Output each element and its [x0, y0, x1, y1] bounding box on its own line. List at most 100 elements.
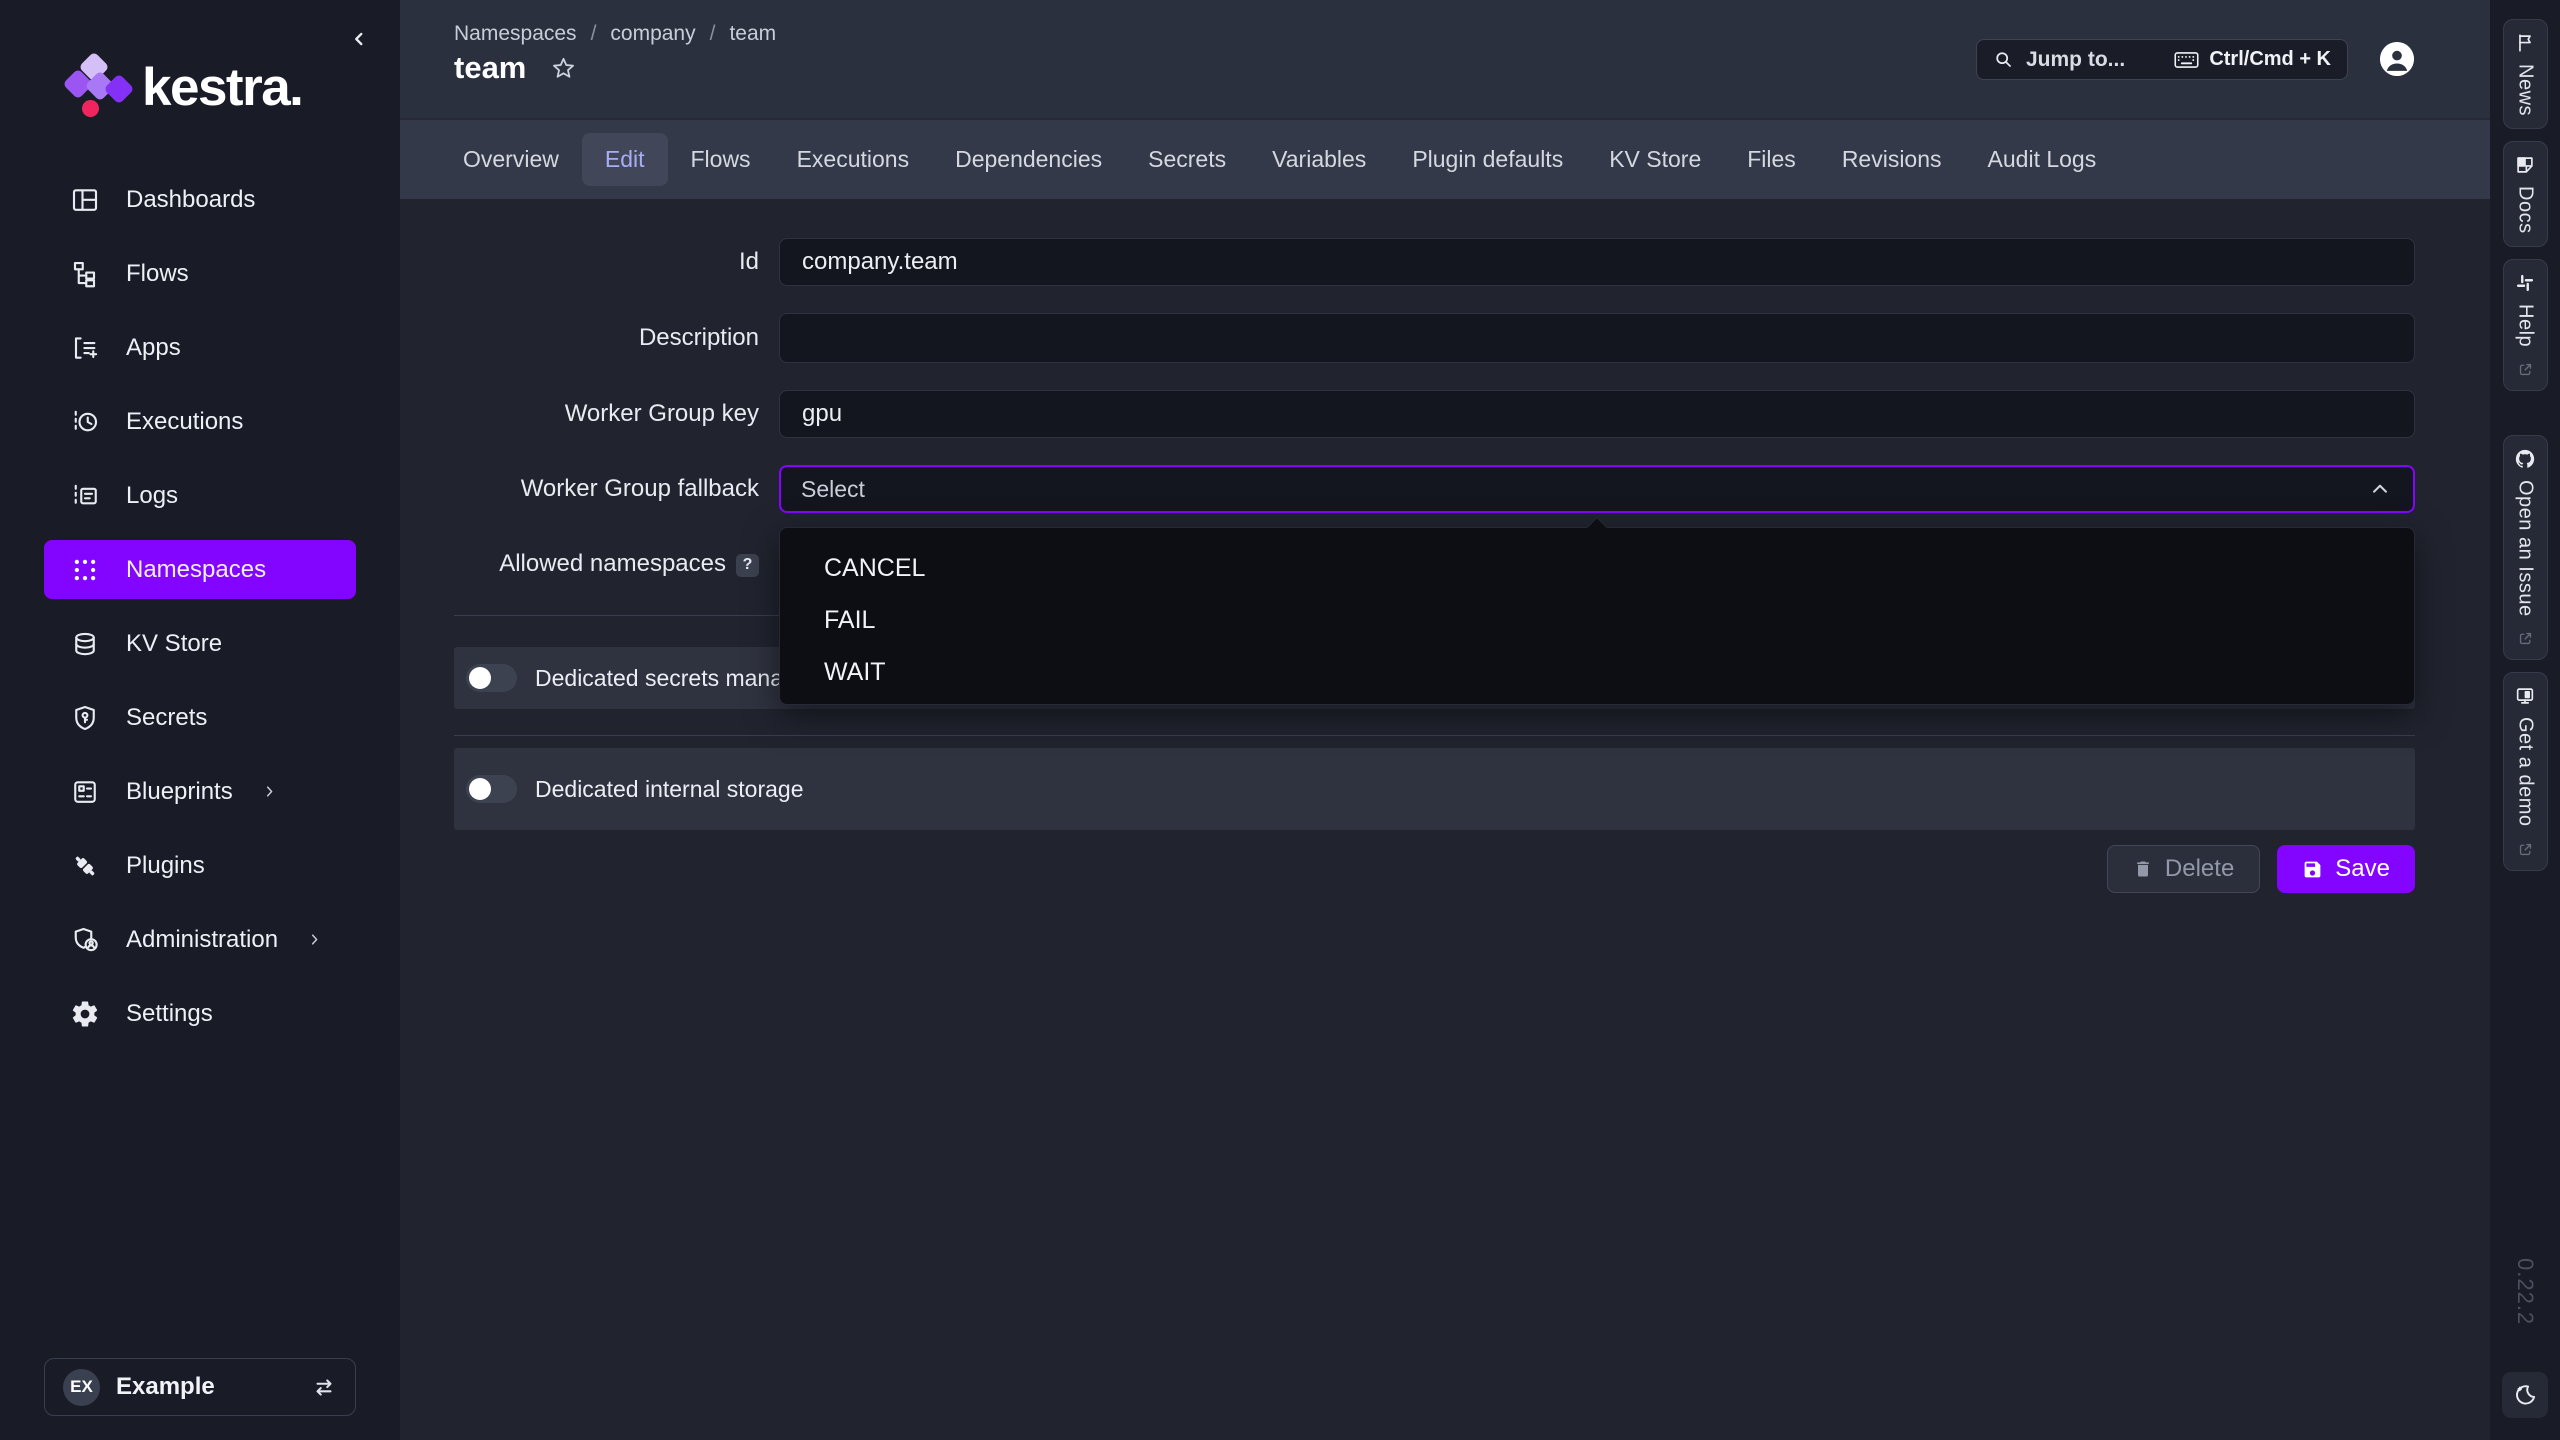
- sidebar-item-secrets[interactable]: Secrets: [44, 688, 356, 747]
- sidebar-item-namespaces[interactable]: Namespaces: [44, 540, 356, 599]
- switch-tenant-icon: [311, 1374, 337, 1400]
- description-input[interactable]: [779, 313, 2415, 363]
- tenant-avatar: EX: [63, 1369, 100, 1406]
- dropdown-caret: [1586, 517, 1607, 538]
- search-shortcut: Ctrl/Cmd + K: [2174, 48, 2331, 71]
- edit-form-content: Id Description Worker Group key Worker G…: [400, 199, 2490, 1440]
- dropdown-option-wait[interactable]: WAIT: [780, 646, 2414, 698]
- theme-toggle-button[interactable]: [2502, 1372, 2548, 1418]
- kestra-app: kestra. Dashboards Flows Apps Executions: [0, 0, 2560, 1440]
- sidebar-item-settings[interactable]: Settings: [44, 984, 356, 1043]
- tab-files[interactable]: Files: [1724, 133, 1819, 186]
- favorite-star-icon[interactable]: [550, 55, 577, 82]
- docs-button[interactable]: Docs: [2503, 141, 2548, 247]
- dedicated-secrets-manager-toggle[interactable]: [466, 664, 517, 692]
- main-area: Namespaces / company / team team Jump to…: [400, 0, 2490, 1440]
- tab-variables[interactable]: Variables: [1249, 133, 1389, 186]
- help-label: Help: [2514, 304, 2537, 347]
- namespaces-icon: [70, 555, 100, 585]
- sidebar-item-flows[interactable]: Flows: [44, 244, 356, 303]
- sidebar-collapse-button[interactable]: [344, 24, 374, 54]
- right-rail: News Docs Help Open an Issue Get a demo …: [2490, 0, 2560, 1440]
- sidebar-item-administration[interactable]: Administration: [44, 910, 356, 969]
- help-icon[interactable]: ?: [736, 554, 759, 577]
- sidebar-item-label: Administration: [126, 926, 278, 954]
- tab-overview[interactable]: Overview: [440, 133, 582, 186]
- global-search[interactable]: Jump to... Ctrl/Cmd + K: [1976, 39, 2348, 80]
- breadcrumb-separator: /: [710, 22, 716, 46]
- sidebar-item-dashboards[interactable]: Dashboards: [44, 170, 356, 229]
- worker-group-fallback-dropdown: CANCEL FAIL WAIT: [779, 527, 2415, 705]
- section-divider: [454, 735, 2415, 736]
- save-icon: [2302, 859, 2323, 880]
- sidebar-item-kv-store[interactable]: KV Store: [44, 614, 356, 673]
- breadcrumb: Namespaces / company / team: [454, 22, 776, 46]
- sidebar-item-executions[interactable]: Executions: [44, 392, 356, 451]
- chevron-up-icon: [2367, 476, 2393, 502]
- kestra-logo-mark-icon: [62, 54, 128, 120]
- chevron-left-icon: [348, 28, 370, 50]
- sidebar-item-blueprints[interactable]: Blueprints: [44, 762, 356, 821]
- id-input[interactable]: [779, 238, 2415, 286]
- worker-group-fallback-select[interactable]: Select: [779, 465, 2415, 513]
- breadcrumb-company[interactable]: company: [610, 22, 695, 46]
- breadcrumb-namespaces[interactable]: Namespaces: [454, 22, 577, 46]
- tab-dependencies[interactable]: Dependencies: [932, 133, 1125, 186]
- open-an-issue-button[interactable]: Open an Issue: [2503, 435, 2548, 661]
- open-an-issue-label: Open an Issue: [2514, 480, 2537, 617]
- tab-edit[interactable]: Edit: [582, 133, 668, 186]
- external-link-icon: [2517, 361, 2534, 378]
- worker-group-fallback-label: Worker Group fallback: [454, 475, 759, 503]
- tenant-selector[interactable]: EX Example: [44, 1358, 356, 1416]
- blueprints-icon: [70, 777, 100, 807]
- tenant-name: Example: [116, 1373, 215, 1401]
- get-a-demo-button[interactable]: Get a demo: [2503, 672, 2548, 871]
- sidebar-item-label: Namespaces: [126, 556, 266, 584]
- worker-group-key-input[interactable]: [779, 390, 2415, 438]
- sidebar-item-label: Executions: [126, 408, 243, 436]
- dropdown-option-cancel[interactable]: CANCEL: [780, 542, 2414, 594]
- sidebar-item-label: Apps: [126, 334, 181, 362]
- github-icon: [2514, 448, 2536, 470]
- sidebar-nav: Dashboards Flows Apps Executions Logs Na…: [0, 170, 400, 1058]
- docs-icon: [2514, 154, 2536, 176]
- breadcrumb-team[interactable]: team: [729, 22, 776, 46]
- namespace-tabs: Overview Edit Flows Executions Dependenc…: [400, 118, 2490, 199]
- news-button[interactable]: News: [2503, 19, 2548, 129]
- plug-icon: [70, 851, 100, 881]
- delete-button[interactable]: Delete: [2107, 845, 2260, 893]
- chevron-right-icon: [261, 783, 278, 800]
- kestra-wordmark: kestra.: [142, 57, 302, 118]
- tab-executions[interactable]: Executions: [774, 133, 933, 186]
- dedicated-internal-storage-toggle[interactable]: [466, 775, 517, 803]
- sidebar-item-plugins[interactable]: Plugins: [44, 836, 356, 895]
- tab-secrets[interactable]: Secrets: [1125, 133, 1249, 186]
- shield-key-icon: [70, 703, 100, 733]
- dashboards-icon: [70, 185, 100, 215]
- user-avatar[interactable]: [2380, 42, 2414, 76]
- shield-account-icon: [70, 925, 100, 955]
- dedicated-internal-storage-row: Dedicated internal storage: [454, 748, 2415, 830]
- tab-audit-logs[interactable]: Audit Logs: [1965, 133, 2120, 186]
- external-link-icon: [2517, 630, 2534, 647]
- sidebar-item-apps[interactable]: Apps: [44, 318, 356, 377]
- tab-kv-store[interactable]: KV Store: [1586, 133, 1724, 186]
- docs-label: Docs: [2514, 186, 2537, 234]
- toggle-label: Dedicated secrets manager: [535, 665, 816, 692]
- keyboard-icon: [2174, 51, 2199, 69]
- sidebar-item-logs[interactable]: Logs: [44, 466, 356, 525]
- news-label: News: [2514, 64, 2537, 116]
- tab-flows[interactable]: Flows: [668, 133, 774, 186]
- help-button[interactable]: Help: [2503, 259, 2548, 391]
- tab-revisions[interactable]: Revisions: [1819, 133, 1965, 186]
- tab-plugin-defaults[interactable]: Plugin defaults: [1389, 133, 1586, 186]
- sidebar-item-label: KV Store: [126, 630, 222, 658]
- get-a-demo-label: Get a demo: [2514, 717, 2537, 827]
- kestra-logo[interactable]: kestra.: [62, 54, 302, 120]
- save-button[interactable]: Save: [2277, 845, 2415, 893]
- moon-icon: [2512, 1382, 2538, 1408]
- slack-icon: [2514, 272, 2536, 294]
- sidebar-item-label: Secrets: [126, 704, 207, 732]
- flows-icon: [70, 259, 100, 289]
- dropdown-option-fail[interactable]: FAIL: [780, 594, 2414, 646]
